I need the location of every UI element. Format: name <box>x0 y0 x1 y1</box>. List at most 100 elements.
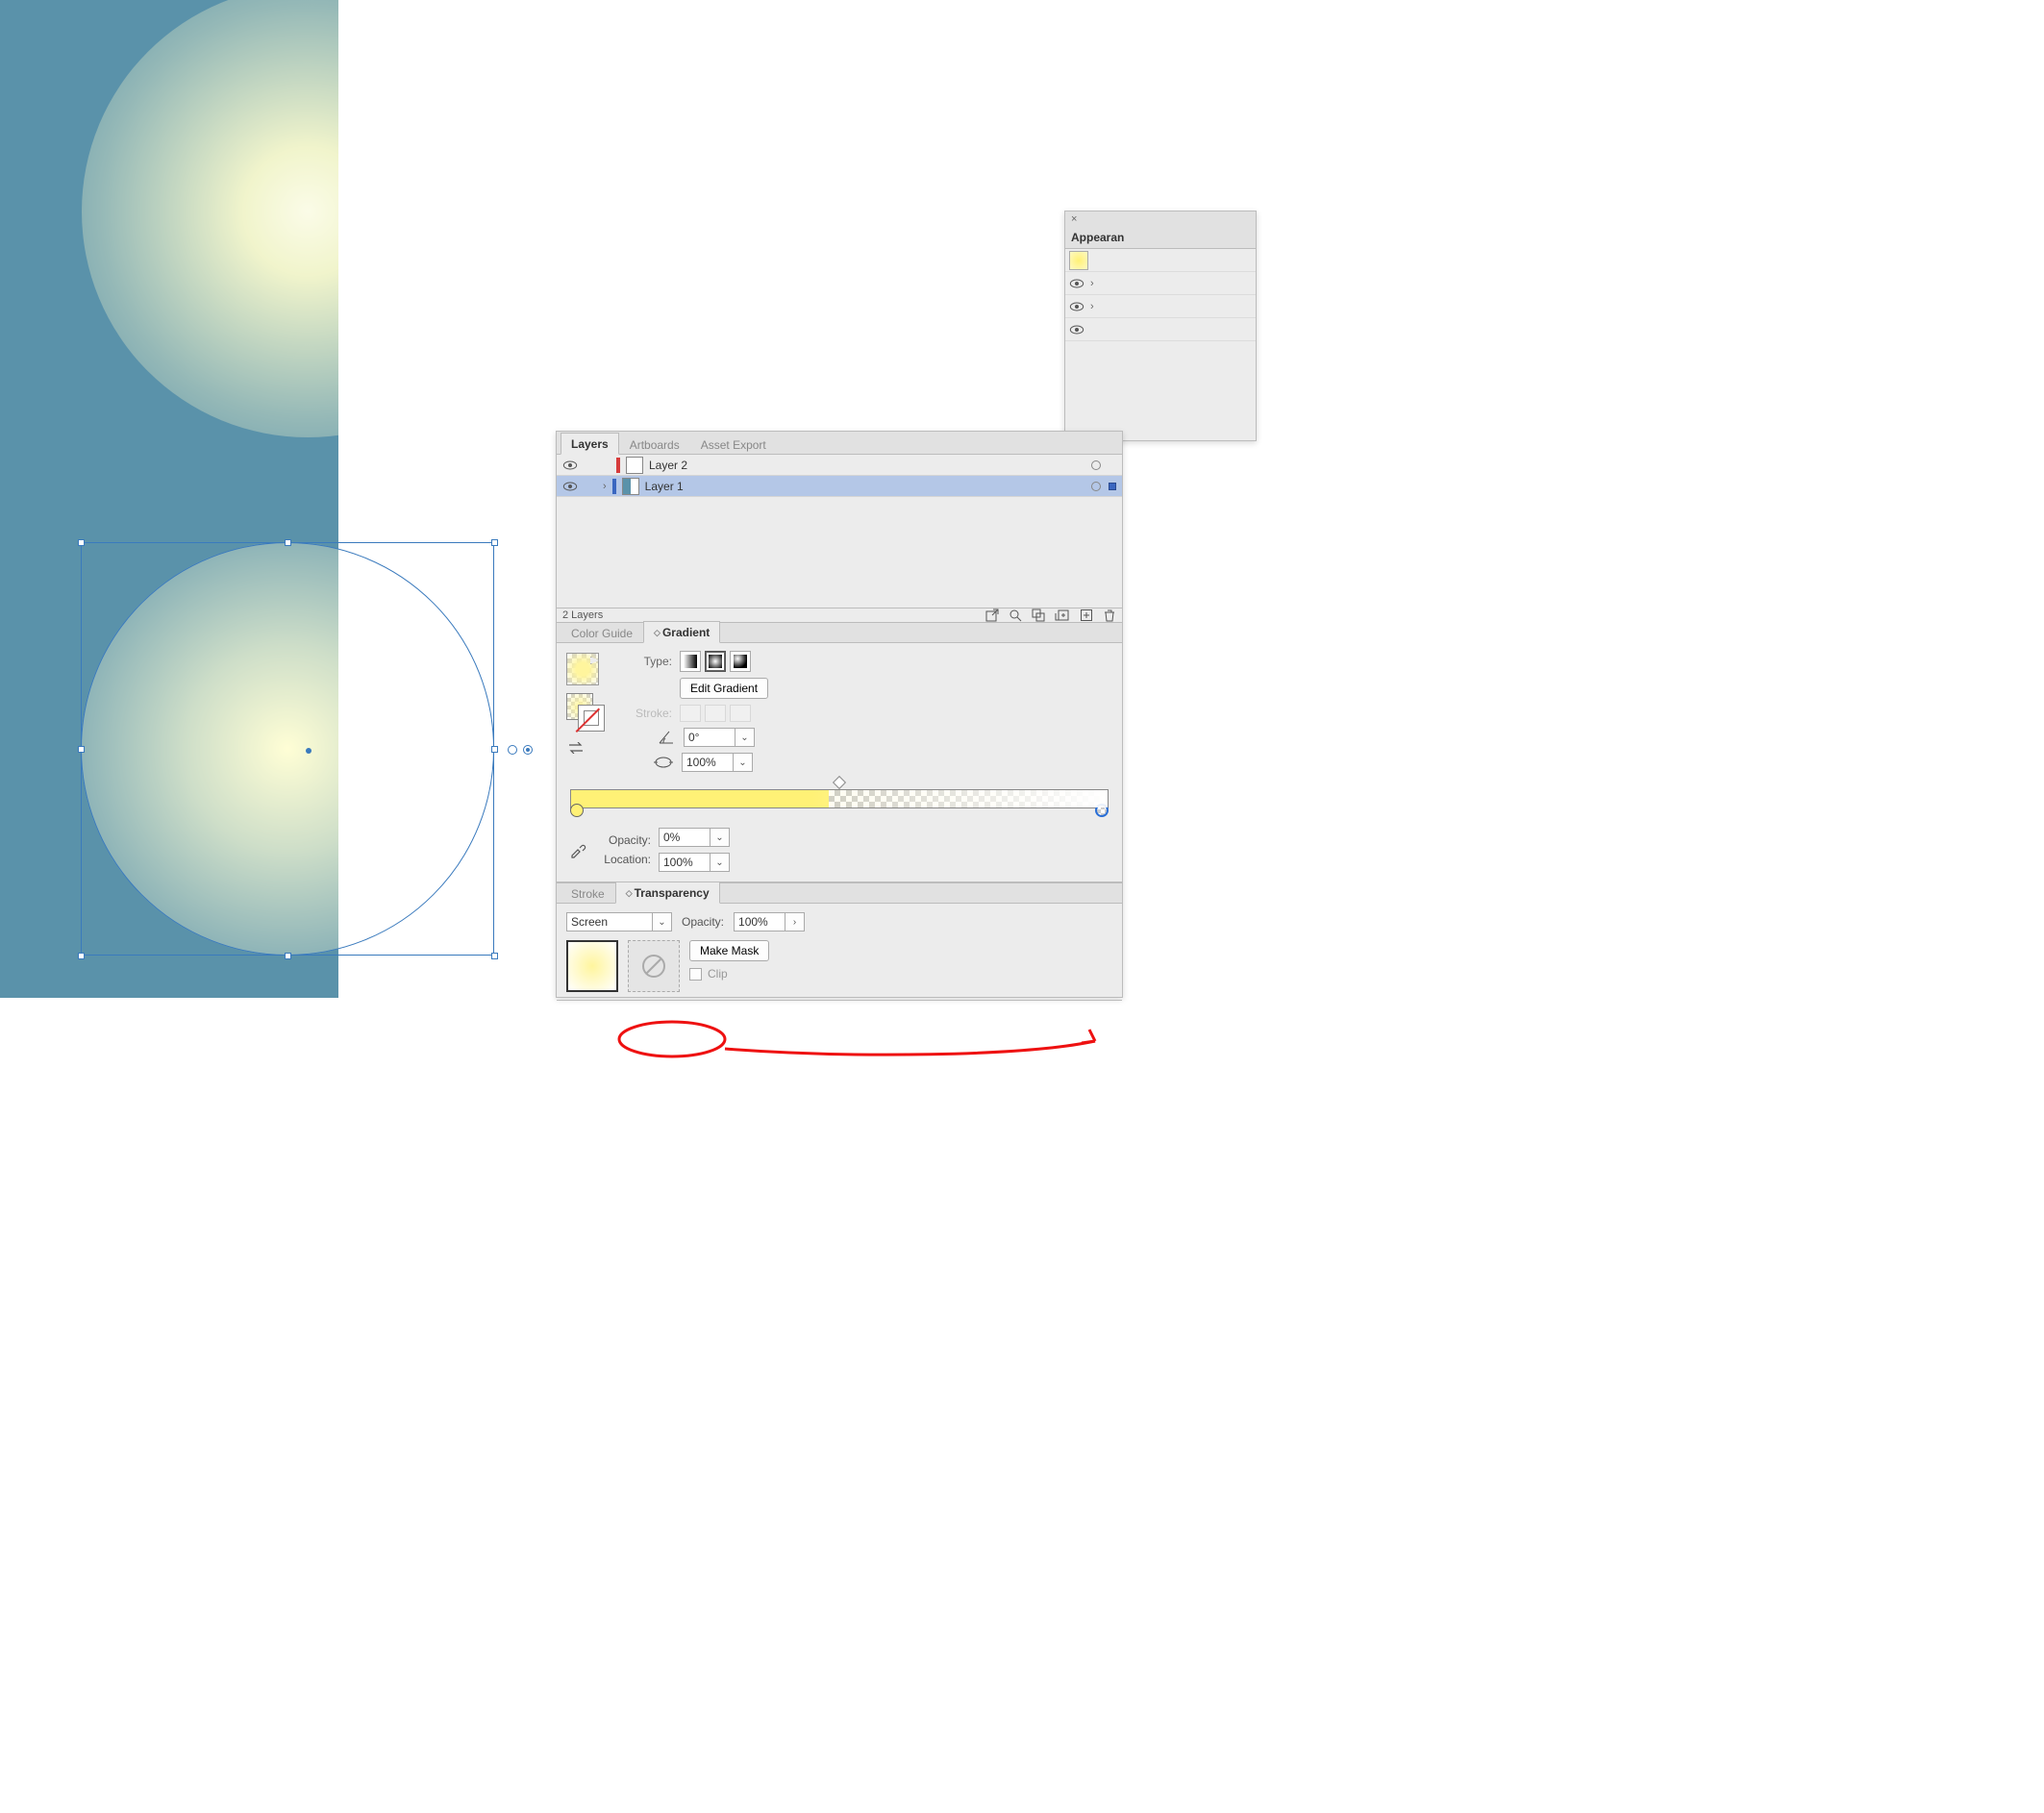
layers-tab-bar: Layers Artboards Asset Export <box>557 432 1122 455</box>
stroke-proxy-icon[interactable] <box>578 705 605 732</box>
transparency-opacity-input[interactable]: 100% <box>734 912 785 931</box>
tab-layers[interactable]: Layers <box>561 433 619 455</box>
gradient-location-input[interactable]: 100% <box>659 853 710 872</box>
eyedropper-icon[interactable] <box>568 840 587 859</box>
appearance-panel[interactable]: × Appearan › › <box>1064 211 1257 441</box>
gradient-location-label: Location: <box>595 853 651 866</box>
appearance-stroke-row[interactable]: › <box>1065 272 1256 295</box>
bbox-handle-w[interactable] <box>78 746 85 753</box>
angle-icon <box>657 729 676 746</box>
selection-center-icon <box>306 748 312 754</box>
fill-stroke-proxy[interactable] <box>566 693 607 733</box>
layer-color-indicator <box>616 458 620 473</box>
chevron-right-icon[interactable]: › <box>1090 301 1094 312</box>
reverse-gradient-icon[interactable] <box>566 741 586 755</box>
layer-target-icon[interactable] <box>1091 482 1101 491</box>
transparency-object-thumb[interactable] <box>566 940 618 992</box>
layer-row[interactable]: Layer 2 <box>557 455 1122 476</box>
gradient-midpoint-diamond[interactable] <box>833 776 846 789</box>
hand-annotation <box>610 1020 1119 1087</box>
transparency-tab-bar: Stroke ◇Transparency <box>557 882 1122 904</box>
blend-mode-select[interactable]: Screen <box>566 912 653 931</box>
bbox-handle-ne[interactable] <box>491 539 498 546</box>
bbox-handle-n[interactable] <box>285 539 291 546</box>
stroke-gradient-along-button <box>705 705 726 722</box>
gradient-aspect-input[interactable]: 100% <box>682 753 734 772</box>
appearance-thumb-row <box>1065 249 1256 272</box>
close-icon[interactable]: × <box>1065 211 1083 227</box>
layers-count-label: 2 Layers <box>562 609 603 621</box>
tab-transparency[interactable]: ◇Transparency <box>615 882 720 904</box>
make-mask-button[interactable]: Make Mask <box>689 940 769 961</box>
layers-empty-area <box>557 497 1122 608</box>
gradient-annotator-end-outer[interactable] <box>523 745 533 755</box>
bbox-handle-e[interactable] <box>491 746 498 753</box>
edit-gradient-button[interactable]: Edit Gradient <box>680 678 768 699</box>
stroke-gradient-within-button <box>680 705 701 722</box>
visibility-eye-icon[interactable] <box>562 481 578 492</box>
tab-artboards[interactable]: Artboards <box>619 434 690 455</box>
visibility-eye-icon[interactable] <box>1069 301 1084 312</box>
appearance-opacity-row[interactable] <box>1065 318 1256 341</box>
upper-radial-circle <box>82 0 534 437</box>
appearance-object-swatch[interactable] <box>1069 251 1088 270</box>
dropdown-icon[interactable]: ⌄ <box>710 853 730 872</box>
transparency-opacity-label: Opacity: <box>682 915 724 929</box>
visibility-eye-icon[interactable] <box>1069 324 1084 335</box>
chevron-right-icon[interactable]: › <box>603 481 607 492</box>
appearance-fill-row[interactable]: › <box>1065 295 1256 318</box>
gradient-type-radial-button[interactable] <box>705 651 726 672</box>
gradient-preview-swatch[interactable] <box>566 653 599 685</box>
tab-gradient[interactable]: ◇Gradient <box>643 621 720 643</box>
dropdown-icon[interactable]: ⌄ <box>653 912 672 931</box>
layer-row[interactable]: › Layer 1 <box>557 476 1122 497</box>
clip-label: Clip <box>708 967 728 981</box>
tab-color-guide[interactable]: Color Guide <box>561 622 643 643</box>
gradient-stop-left[interactable] <box>570 804 584 817</box>
dropdown-icon[interactable]: ⌄ <box>734 753 753 772</box>
layer-selection-indicator[interactable] <box>1109 483 1116 490</box>
bbox-handle-nw[interactable] <box>78 539 85 546</box>
visibility-eye-icon[interactable] <box>1069 278 1084 289</box>
new-layer-icon[interactable] <box>1080 608 1093 622</box>
gradient-angle-input[interactable]: 0° <box>684 728 735 747</box>
new-sublayer-icon[interactable] <box>1055 608 1070 622</box>
clipping-mask-icon[interactable] <box>1032 608 1045 622</box>
dropdown-icon[interactable]: ⌄ <box>710 828 730 847</box>
tab-stroke[interactable]: Stroke <box>561 882 615 904</box>
stroke-gradient-across-button <box>730 705 751 722</box>
transparency-mask-thumb[interactable] <box>628 940 680 992</box>
chevron-right-icon[interactable]: › <box>1090 278 1094 289</box>
layer-name[interactable]: Layer 2 <box>649 459 687 472</box>
visibility-eye-icon[interactable] <box>562 459 578 471</box>
gradient-type-label: Type: <box>622 655 672 668</box>
bbox-handle-se[interactable] <box>491 953 498 959</box>
gradient-left-column <box>566 651 612 772</box>
gradient-ramp[interactable] <box>566 778 1112 822</box>
gradient-type-freeform-button[interactable] <box>730 651 751 672</box>
bbox-handle-s[interactable] <box>285 953 291 959</box>
gradient-stroke-label: Stroke: <box>622 707 672 720</box>
layer-target-icon[interactable] <box>1091 460 1101 470</box>
gradient-type-linear-button[interactable] <box>680 651 701 672</box>
tab-asset-export[interactable]: Asset Export <box>690 434 777 455</box>
dropdown-icon[interactable]: ⌄ <box>735 728 755 747</box>
layers-gradient-transparency-panel-group[interactable]: × Layers Artboards Asset Export Layer 2 … <box>556 431 1123 998</box>
gradient-annotator-end[interactable] <box>508 745 517 755</box>
gradient-stop-right[interactable] <box>1095 804 1109 817</box>
gradient-panel-body: Type: Edit Gradient Stroke: <box>557 643 1122 882</box>
layer-name[interactable]: Layer 1 <box>645 480 684 493</box>
gradient-opacity-input[interactable]: 0% <box>659 828 710 847</box>
export-icon[interactable] <box>985 608 999 622</box>
delete-layer-icon[interactable] <box>1103 608 1116 622</box>
appearance-title: Appearan <box>1065 227 1256 248</box>
gradient-tab-bar: Color Guide ◇Gradient <box>557 622 1122 643</box>
locate-object-icon[interactable] <box>1009 608 1022 622</box>
clip-checkbox <box>689 968 702 981</box>
layer-color-indicator <box>612 479 616 494</box>
layers-list: Layer 2 › Layer 1 <box>557 455 1122 497</box>
bbox-handle-sw[interactable] <box>78 953 85 959</box>
chevron-right-icon[interactable]: › <box>785 912 805 931</box>
layers-footer: 2 Layers <box>557 608 1122 622</box>
transparency-panel-body: Screen ⌄ Opacity: 100% › Make Mask Clip <box>557 904 1122 1001</box>
